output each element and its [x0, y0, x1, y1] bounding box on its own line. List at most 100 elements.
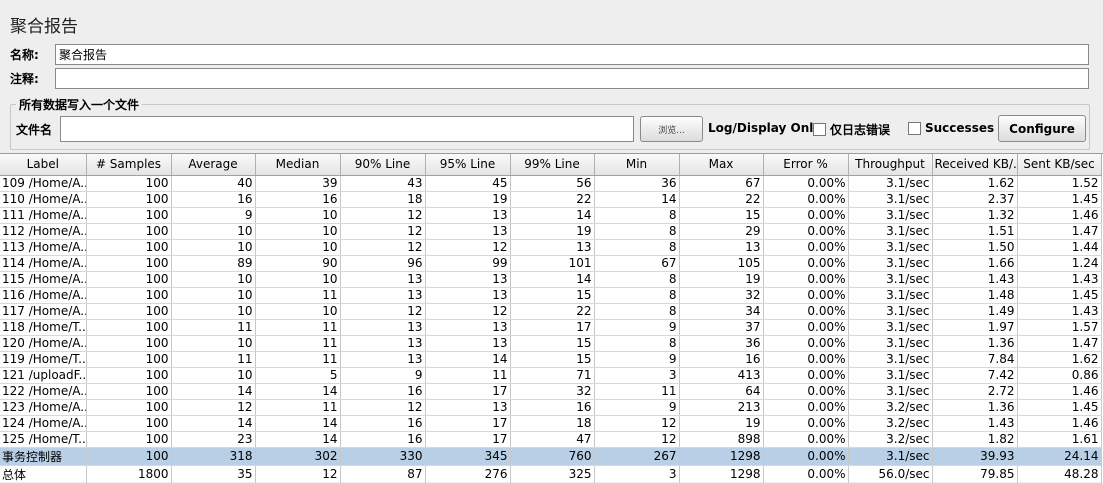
column-header[interactable]: Average [171, 154, 256, 176]
column-header[interactable]: 90% Line [340, 154, 426, 176]
table-cell: 22 [510, 191, 595, 208]
table-cell: 0.00% [763, 175, 849, 192]
table-row[interactable]: 124 /Home/A... 100 14 14 16 17 18 12 19 0.00% 3.2/… [0, 415, 1102, 432]
table-cell: 10 [171, 287, 256, 304]
column-header[interactable]: Received KB/... [932, 154, 1018, 176]
table-cell: 3.1/sec [848, 367, 933, 384]
table-row[interactable]: 125 /Home/T... 100 23 14 16 17 47 12 898 0.00% 3.2… [0, 431, 1102, 448]
comment-label: 注释: [10, 71, 39, 86]
table-cell: 105 [679, 255, 764, 272]
table-cell: 3.1/sec [848, 223, 933, 240]
table-cell: 67 [594, 255, 680, 272]
table-cell: 16 [340, 415, 426, 432]
table-cell: 100 [86, 399, 172, 416]
column-header[interactable]: Min [594, 154, 680, 176]
column-header[interactable]: Error % [763, 154, 849, 176]
table-cell: 0.00% [763, 465, 849, 484]
column-header[interactable]: 95% Line [425, 154, 511, 176]
row-label-cell: 119 /Home/T... [0, 351, 87, 368]
table-cell: 19 [679, 271, 764, 288]
table-row[interactable]: 109 /Home/A... 100 40 39 43 45 56 36 67 0.00% 3.1/… [0, 175, 1102, 192]
name-input[interactable] [55, 43, 1089, 65]
table-cell: 35 [171, 465, 256, 484]
browse-button[interactable]: 浏览... [640, 116, 703, 142]
column-header[interactable]: 99% Line [510, 154, 595, 176]
table-cell: 10 [255, 207, 341, 224]
table-cell: 0.00% [763, 223, 849, 240]
table-cell: 13 [340, 351, 426, 368]
aggregate-table-container[interactable]: Label # Samples Average Median 90% Line 95% L… [0, 153, 1103, 484]
table-cell: 100 [86, 319, 172, 336]
filename-input[interactable] [60, 116, 634, 142]
table-row[interactable]: 111 /Home/A... 100 9 10 12 13 14 8 15 0.00% 3.1/se… [0, 207, 1102, 224]
log-display-label: Log/Display Only: [708, 121, 826, 135]
table-row[interactable]: 总体 1800 35 12 87 276 325 3 1298 0.00% 56.0/sec 79.8… [0, 465, 1102, 484]
table-cell: 1.49 [932, 303, 1018, 320]
table-cell: 1.52 [1017, 175, 1102, 192]
table-row[interactable]: 113 /Home/A... 100 10 10 12 12 13 8 13 0.00% 3.1/s… [0, 239, 1102, 256]
table-cell: 67 [679, 175, 764, 192]
table-cell: 1.36 [932, 399, 1018, 416]
configure-button[interactable]: Configure [998, 115, 1086, 142]
table-row[interactable]: 117 /Home/A... 100 10 10 12 12 22 8 34 0.00% 3.1/s… [0, 303, 1102, 320]
table-cell: 1.44 [1017, 239, 1102, 256]
table-cell: 87 [340, 465, 426, 484]
table-cell: 1.45 [1017, 399, 1102, 416]
row-label-cell: 125 /Home/T... [0, 431, 87, 448]
table-cell: 267 [594, 447, 680, 466]
column-header[interactable]: Label [0, 154, 87, 176]
table-cell: 11 [255, 319, 341, 336]
table-row[interactable]: 122 /Home/A... 100 14 14 16 17 32 11 64 0.00% 3.1/… [0, 383, 1102, 400]
table-cell: 3.1/sec [848, 383, 933, 400]
row-label-cell: 114 /Home/A... [0, 255, 87, 272]
table-cell: 100 [86, 335, 172, 352]
column-header[interactable]: Throughput [848, 154, 933, 176]
row-label-cell: 事务控制器 [0, 447, 87, 466]
table-row[interactable]: 123 /Home/A... 100 12 11 12 13 16 9 213 0.00% 3.2/… [0, 399, 1102, 416]
table-cell: 13 [340, 319, 426, 336]
table-cell: 0.00% [763, 303, 849, 320]
table-cell: 13 [510, 239, 595, 256]
table-cell: 13 [340, 271, 426, 288]
table-row[interactable]: 112 /Home/A... 100 10 10 12 13 19 8 29 0.00% 3.1/s… [0, 223, 1102, 240]
table-cell: 14 [255, 431, 341, 448]
table-cell: 0.00% [763, 383, 849, 400]
table-cell: 10 [255, 271, 341, 288]
table-cell: 8 [594, 271, 680, 288]
table-cell: 345 [425, 447, 511, 466]
successes-checkbox[interactable]: Successes [908, 121, 994, 135]
errors-only-checkbox-box[interactable] [813, 123, 826, 136]
table-row[interactable]: 120 /Home/A... 100 10 11 13 13 15 8 36 0.00% 3.1/s… [0, 335, 1102, 352]
column-header[interactable]: # Samples [86, 154, 172, 176]
table-cell: 19 [425, 191, 511, 208]
table-header-row: Label # Samples Average Median 90% Line 95% L… [0, 154, 1102, 176]
table-cell: 3.1/sec [848, 239, 933, 256]
column-header[interactable]: Median [255, 154, 341, 176]
table-cell: 17 [510, 319, 595, 336]
table-row[interactable]: 115 /Home/A... 100 10 10 13 13 14 8 19 0.00% 3.1/s… [0, 271, 1102, 288]
errors-only-checkbox[interactable]: 仅日志错误 [813, 121, 890, 138]
comment-input[interactable] [55, 67, 1089, 89]
table-cell: 11 [425, 367, 511, 384]
table-cell: 3.1/sec [848, 191, 933, 208]
table-row[interactable]: 121 /uploadF... 100 10 5 9 11 71 3 413 0.00% 3.1/s… [0, 367, 1102, 384]
table-row[interactable]: 114 /Home/A... 100 89 90 96 99 101 67 105 0.00% 3.… [0, 255, 1102, 272]
successes-checkbox-box[interactable] [908, 121, 921, 135]
table-cell: 10 [171, 335, 256, 352]
table-cell: 12 [594, 415, 680, 432]
table-row[interactable]: 116 /Home/A... 100 10 11 13 13 15 8 32 0.00% 3.1/s… [0, 287, 1102, 304]
table-cell: 1.46 [1017, 415, 1102, 432]
table-cell: 79.85 [932, 465, 1018, 484]
table-cell: 3.1/sec [848, 255, 933, 272]
table-cell: 3.1/sec [848, 271, 933, 288]
table-cell: 12 [340, 239, 426, 256]
row-label-cell: 110 /Home/A... [0, 191, 87, 208]
table-row[interactable]: 110 /Home/A... 100 16 16 18 19 22 14 22 0.00% 3.1/… [0, 191, 1102, 208]
table-row[interactable]: 事务控制器 100 318 302 330 345 760 267 1298 0.00% 3.1/s… [0, 447, 1102, 466]
table-cell: 12 [340, 223, 426, 240]
table-row[interactable]: 119 /Home/T... 100 11 11 13 14 15 9 16 0.00% 3.1/s… [0, 351, 1102, 368]
table-row[interactable]: 118 /Home/T... 100 11 11 13 13 17 9 37 0.00% 3.1/s… [0, 319, 1102, 336]
column-header[interactable]: Sent KB/sec [1017, 154, 1102, 176]
table-cell: 9 [171, 207, 256, 224]
column-header[interactable]: Max [679, 154, 764, 176]
